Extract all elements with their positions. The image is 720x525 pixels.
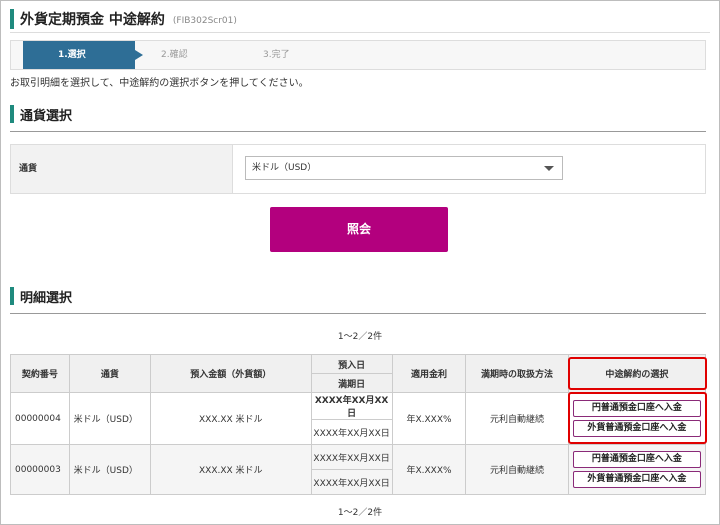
currency-section-title: 通貨選択	[20, 108, 73, 124]
detail-section-divider	[10, 313, 706, 314]
currency-field-label: 通貨	[11, 145, 233, 193]
deposit-date: XXXX年XX月XX日	[310, 392, 393, 420]
rate: 年X.XXX%	[391, 392, 467, 445]
col-rate: 適用金利	[391, 354, 467, 393]
inquiry-button[interactable]: 照会	[270, 207, 448, 252]
deposit-to-yen-account-button[interactable]: 円普通預金口座へ入金	[572, 451, 701, 468]
highlight-frame-buttons	[568, 392, 707, 444]
step-indicator: 1.選択 2.確認 3.完了	[10, 40, 706, 70]
col-deposit-date: 預入日	[310, 354, 393, 374]
detail-section-title: 明細選択	[20, 290, 73, 306]
page-title: 外貨定期預金 中途解約 (FIB302Scr01)	[10, 8, 237, 30]
col-amount: 預入金額（外貨額）	[149, 354, 312, 393]
maturity-method: 元利自動継続	[465, 392, 569, 445]
result-count-top: 1～2／2件	[337, 332, 383, 342]
col-maturity-method: 満期時の取扱方法	[465, 354, 569, 393]
currency: 米ドル（USD）	[68, 444, 151, 495]
step-confirm: 2.確認	[161, 50, 188, 60]
currency-section-divider	[10, 131, 706, 132]
chevron-down-icon	[544, 166, 554, 171]
title-accent-bar	[10, 9, 14, 29]
currency-section-heading: 通貨選択	[10, 104, 72, 124]
highlight-frame-header	[568, 357, 707, 390]
deposit-to-fx-account-button[interactable]: 外貨普通預金口座へ入金	[572, 471, 701, 488]
section-accent-bar	[10, 287, 14, 305]
amount: XXX.XX 米ドル	[149, 444, 312, 495]
contract-no: 00000003	[10, 444, 70, 495]
section-accent-bar	[10, 105, 14, 123]
step-select: 1.選択	[23, 41, 143, 69]
table-row: 00000003 米ドル（USD） XXX.XX 米ドル XXXX年XX月XX日…	[10, 444, 707, 495]
instruction-text: お取引明細を選択して、中途解約の選択ボタンを押してください。	[10, 78, 309, 89]
col-contract-no: 契約番号	[10, 354, 70, 393]
currency-form: 通貨 米ドル（USD）	[10, 144, 706, 194]
page-title-text: 外貨定期預金 中途解約	[20, 12, 165, 28]
currency: 米ドル（USD）	[68, 392, 151, 445]
contract-no: 00000004	[10, 392, 70, 445]
result-count-bottom: 1～2／2件	[337, 508, 383, 518]
maturity-method: 元利自動継続	[465, 444, 569, 495]
detail-section-heading: 明細選択	[10, 286, 72, 306]
cancel-select-cell: 円普通預金口座へ入金 外貨普通預金口座へ入金	[567, 444, 707, 495]
amount: XXX.XX 米ドル	[149, 392, 312, 445]
currency-select-value: 米ドル（USD）	[252, 163, 317, 173]
maturity-date: XXXX年XX月XX日	[310, 419, 393, 445]
deposit-date: XXXX年XX月XX日	[310, 444, 393, 470]
screen-code: (FIB302Scr01)	[172, 15, 237, 26]
col-maturity-date: 満期日	[310, 373, 393, 393]
title-divider	[10, 32, 710, 33]
maturity-date: XXXX年XX月XX日	[310, 469, 393, 495]
rate: 年X.XXX%	[391, 444, 467, 495]
currency-select[interactable]: 米ドル（USD）	[245, 156, 563, 180]
step-complete: 3.完了	[263, 50, 290, 60]
col-currency: 通貨	[68, 354, 151, 393]
